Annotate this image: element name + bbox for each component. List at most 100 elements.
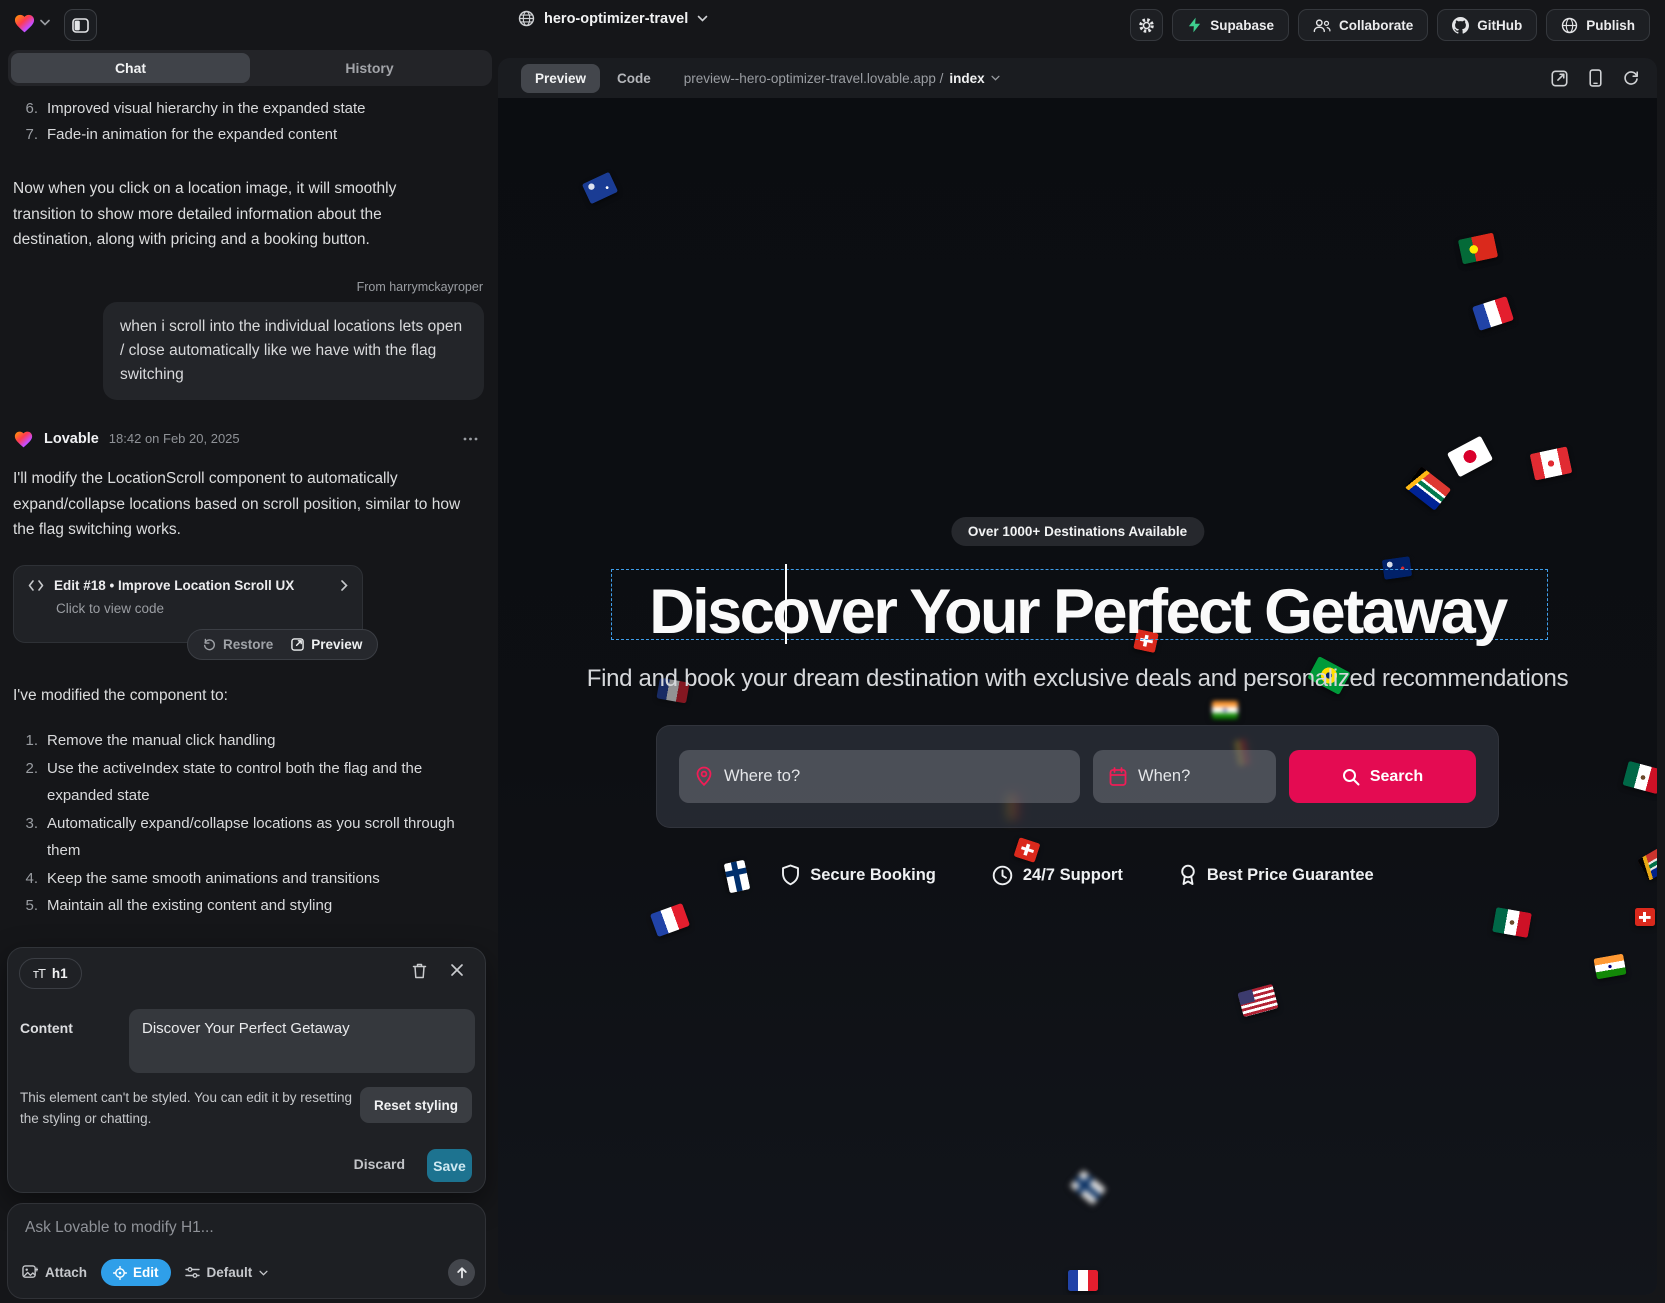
restore-button[interactable]: Restore <box>203 637 273 652</box>
preview-header: Preview Code preview--hero-optimizer-tra… <box>498 58 1657 98</box>
search-card: Search <box>656 725 1499 828</box>
feature-list: Secure Booking 24/7 Support Best Price G… <box>498 864 1657 886</box>
element-editor-panel: тT h1 Content Discover Your Perfect Geta… <box>7 947 486 1193</box>
tab-history[interactable]: History <box>250 53 489 83</box>
settings-button[interactable] <box>1130 9 1163 41</box>
discard-button[interactable]: Discard <box>354 1156 405 1172</box>
styling-hint: This element can't be styled. You can ed… <box>20 1088 355 1129</box>
flag-pt-icon <box>1458 233 1498 265</box>
preview-button[interactable]: Preview <box>291 637 362 652</box>
flag-jp-icon <box>1447 436 1493 478</box>
list-item: 4.Keep the same smooth animations and tr… <box>13 865 467 893</box>
github-button[interactable]: GitHub <box>1437 9 1537 41</box>
chevron-down-icon <box>991 75 1000 81</box>
send-button[interactable] <box>448 1259 475 1286</box>
external-link-icon <box>291 638 304 651</box>
composer-input[interactable] <box>25 1219 455 1237</box>
text-caret <box>785 564 787 644</box>
arrow-up-icon <box>456 1266 468 1279</box>
feature-secure-booking: Secure Booking <box>781 864 936 886</box>
preview-viewport: Over 1000+ Destinations Available Discov… <box>498 98 1657 1295</box>
project-switcher[interactable]: hero-optimizer-travel <box>518 10 708 27</box>
list-item: 2.Use the activeIndex state to control b… <box>13 755 467 810</box>
hero-title[interactable]: Discover Your Perfect Getaway <box>498 576 1657 648</box>
flag-mx-icon <box>1622 761 1657 794</box>
destination-field[interactable] <box>679 750 1080 803</box>
delete-element-button[interactable] <box>412 963 427 979</box>
flag-fi-icon <box>1070 1170 1106 1205</box>
assistant-message-header: Lovable 18:42 on Feb 20, 2025 <box>13 429 484 448</box>
destination-input[interactable] <box>724 767 1064 786</box>
restore-preview-toolbar: Restore Preview <box>187 629 378 660</box>
date-field[interactable] <box>1093 750 1276 803</box>
list-item: 1.Remove the manual click handling <box>13 727 467 755</box>
chat-sidebar: Chat History 6. Improved visual hierarch… <box>0 0 498 1303</box>
assistant-steps-list: 1.Remove the manual click handling 2.Use… <box>13 727 467 920</box>
search-button[interactable]: Search <box>1289 750 1476 803</box>
edit-card-title: Edit #18 • Improve Location Scroll UX <box>54 578 294 593</box>
close-icon[interactable] <box>450 963 464 977</box>
element-tag-badge: тT h1 <box>19 958 82 989</box>
tab-code[interactable]: Code <box>617 71 651 86</box>
globe-icon <box>518 10 535 27</box>
tab-preview[interactable]: Preview <box>521 64 600 93</box>
target-icon <box>113 1266 127 1280</box>
sidebar-tab-bar: Chat History <box>8 50 492 86</box>
assistant-list-tail: 6. Improved visual hierarchy in the expa… <box>13 96 366 148</box>
sliders-icon <box>185 1266 200 1279</box>
restore-icon <box>203 638 216 651</box>
people-icon <box>1313 18 1331 33</box>
shield-icon <box>781 864 800 886</box>
flag-au-icon <box>582 172 618 205</box>
list-item: 6. Improved visual hierarchy in the expa… <box>13 96 366 122</box>
mobile-view-icon[interactable] <box>1589 69 1602 87</box>
publish-button[interactable]: Publish <box>1546 9 1650 41</box>
chat-mode-selector[interactable]: Default <box>185 1265 269 1280</box>
flag-fr-icon <box>650 903 690 937</box>
chat-composer: Attach Edit Default <box>7 1203 486 1299</box>
supabase-button[interactable]: Supabase <box>1172 9 1289 41</box>
preview-panel: Preview Code preview--hero-optimizer-tra… <box>498 58 1657 1295</box>
destinations-badge: Over 1000+ Destinations Available <box>951 517 1204 546</box>
lovable-heart-icon <box>13 429 34 448</box>
assistant-paragraph: Now when you click on a location image, … <box>13 176 463 253</box>
search-icon <box>1342 768 1360 786</box>
open-in-new-tab-icon[interactable] <box>1551 70 1568 87</box>
reset-styling-button[interactable]: Reset styling <box>360 1087 472 1123</box>
hero-subtitle: Find and book your dream destination wit… <box>498 665 1657 693</box>
edit-mode-toggle[interactable]: Edit <box>101 1259 171 1286</box>
collaborate-button[interactable]: Collaborate <box>1298 9 1428 41</box>
date-input[interactable] <box>1138 767 1260 786</box>
edit-card-subtitle: Click to view code <box>56 601 348 616</box>
list-item: 5.Maintain all the existing content and … <box>13 892 467 920</box>
chevron-right-icon <box>341 580 348 591</box>
calendar-icon <box>1109 767 1127 787</box>
flag-in-icon <box>1212 701 1238 719</box>
assistant-name: Lovable <box>44 431 99 447</box>
content-textarea[interactable]: Discover Your Perfect Getaway <box>129 1009 475 1073</box>
assistant-intro: I'll modify the LocationScroll component… <box>13 466 463 543</box>
tab-chat[interactable]: Chat <box>11 53 250 83</box>
flag-fr-icon <box>1472 296 1514 331</box>
image-icon <box>22 1265 38 1280</box>
github-icon <box>1452 17 1469 34</box>
feature-support: 24/7 Support <box>992 864 1123 886</box>
flag-ca-icon <box>1530 446 1573 480</box>
supabase-icon <box>1187 17 1202 33</box>
publish-globe-icon <box>1561 17 1578 34</box>
code-icon <box>28 580 44 591</box>
gear-icon <box>1138 17 1155 34</box>
attach-button[interactable]: Attach <box>22 1265 87 1280</box>
message-timestamp: 18:42 on Feb 20, 2025 <box>109 431 240 446</box>
award-icon <box>1179 864 1197 886</box>
save-button[interactable]: Save <box>427 1149 472 1182</box>
user-message-bubble: when i scroll into the individual locati… <box>103 302 484 400</box>
preview-url[interactable]: preview--hero-optimizer-travel.lovable.a… <box>684 71 1000 86</box>
flag-fr-icon <box>1068 1270 1098 1291</box>
refresh-icon[interactable] <box>1623 70 1639 86</box>
text-size-icon: тT <box>33 966 45 981</box>
more-menu-icon[interactable] <box>457 437 484 441</box>
flag-us-icon <box>1237 984 1278 1017</box>
list-item: 7. Fade-in animation for the expanded co… <box>13 122 366 148</box>
flag-in-icon <box>1593 954 1626 980</box>
